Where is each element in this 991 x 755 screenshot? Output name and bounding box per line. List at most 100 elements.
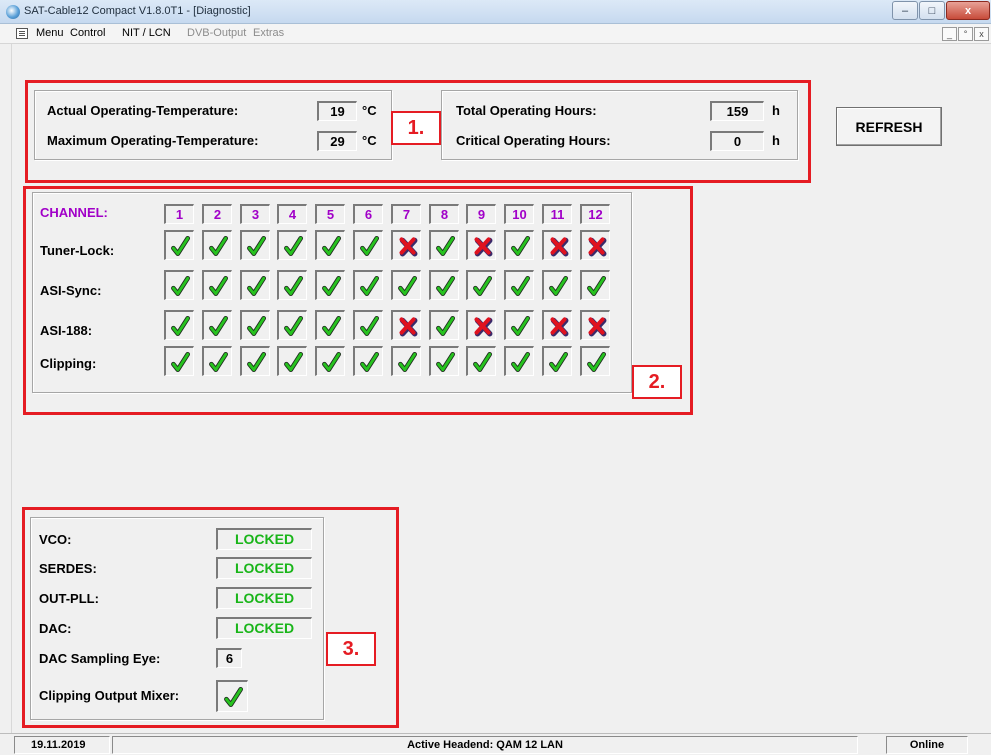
mdi-restore-button[interactable]: ° bbox=[958, 27, 973, 41]
status-cell bbox=[580, 346, 610, 376]
dac-label: DAC: bbox=[39, 621, 72, 636]
status-cell bbox=[542, 230, 572, 260]
dac-status: LOCKED bbox=[216, 617, 312, 639]
check-icon bbox=[321, 315, 341, 336]
check-icon bbox=[435, 351, 455, 372]
status-cell bbox=[391, 346, 421, 376]
status-cell bbox=[164, 346, 194, 376]
cross-icon bbox=[588, 316, 606, 336]
maximize-button[interactable]: □ bbox=[919, 1, 945, 20]
close-button[interactable]: x bbox=[946, 1, 990, 20]
maximum-temperature-unit: °C bbox=[362, 133, 377, 148]
mdi-minimize-button[interactable]: _ bbox=[942, 27, 957, 41]
status-cell bbox=[202, 346, 232, 376]
status-cell bbox=[466, 270, 496, 300]
channel-header-label: CHANNEL: bbox=[40, 205, 108, 220]
channel-number: 12 bbox=[580, 204, 610, 224]
check-icon bbox=[359, 275, 379, 296]
out-pll-label: OUT-PLL: bbox=[39, 591, 99, 606]
status-cell bbox=[240, 346, 270, 376]
status-cell bbox=[164, 270, 194, 300]
status-cell bbox=[429, 230, 459, 260]
status-cell bbox=[277, 310, 307, 340]
minimize-button[interactable]: – bbox=[892, 1, 918, 20]
check-icon bbox=[510, 275, 530, 296]
status-cell bbox=[202, 310, 232, 340]
status-cell bbox=[391, 230, 421, 260]
channel-number: 5 bbox=[315, 204, 345, 224]
status-cell bbox=[429, 270, 459, 300]
check-icon bbox=[472, 351, 492, 372]
check-icon bbox=[321, 351, 341, 372]
status-bar: 19.11.2019 Active Headend: QAM 12 LAN On… bbox=[0, 733, 991, 755]
asi-188-label: ASI-188: bbox=[40, 323, 93, 338]
check-icon bbox=[397, 351, 417, 372]
menu-item-dvb-output[interactable]: DVB-Output bbox=[187, 27, 246, 39]
vco-label: VCO: bbox=[39, 532, 72, 547]
menu-item-control[interactable]: Control bbox=[70, 27, 105, 39]
check-icon bbox=[208, 315, 228, 336]
status-cell bbox=[466, 346, 496, 376]
channel-number: 7 bbox=[391, 204, 421, 224]
status-cell bbox=[240, 230, 270, 260]
status-cell bbox=[240, 310, 270, 340]
channel-number: 1 bbox=[164, 204, 194, 224]
status-cell bbox=[164, 310, 194, 340]
dac-sampling-eye-label: DAC Sampling Eye: bbox=[39, 651, 161, 666]
check-icon bbox=[170, 275, 190, 296]
status-cell bbox=[391, 270, 421, 300]
callout-3: 3. bbox=[326, 632, 376, 666]
check-icon bbox=[586, 351, 606, 372]
status-cell bbox=[542, 270, 572, 300]
critical-hours-value: 0 bbox=[710, 131, 764, 151]
channel-number: 4 bbox=[277, 204, 307, 224]
operating-hours-panel: Total Operating Hours: 159 h Critical Op… bbox=[441, 90, 798, 160]
actual-temperature-label: Actual Operating-Temperature: bbox=[47, 103, 239, 118]
check-icon bbox=[586, 275, 606, 296]
total-hours-label: Total Operating Hours: bbox=[456, 103, 597, 118]
status-cell bbox=[466, 310, 496, 340]
check-icon bbox=[223, 686, 243, 707]
status-cell bbox=[315, 310, 345, 340]
check-icon bbox=[246, 351, 266, 372]
check-icon bbox=[435, 235, 455, 256]
status-cell bbox=[466, 230, 496, 260]
status-cell bbox=[580, 310, 610, 340]
check-icon bbox=[510, 315, 530, 336]
check-icon bbox=[170, 235, 190, 256]
window-left-edge bbox=[0, 44, 12, 733]
callout-1: 1. bbox=[391, 111, 441, 145]
check-icon bbox=[208, 275, 228, 296]
check-icon bbox=[548, 351, 568, 372]
maximum-temperature-value: 29 bbox=[317, 131, 357, 151]
status-cell bbox=[580, 270, 610, 300]
status-cell bbox=[504, 346, 534, 376]
menu-item-extras[interactable]: Extras bbox=[253, 27, 284, 39]
status-cell bbox=[429, 346, 459, 376]
vco-status: LOCKED bbox=[216, 528, 312, 550]
channel-number: 9 bbox=[466, 204, 496, 224]
maximum-temperature-label: Maximum Operating-Temperature: bbox=[47, 133, 259, 148]
status-cell bbox=[542, 346, 572, 376]
status-cell bbox=[429, 310, 459, 340]
cross-icon bbox=[399, 236, 417, 256]
menu-item-nit-lcn[interactable]: NIT / LCN bbox=[122, 27, 171, 39]
status-cell bbox=[542, 310, 572, 340]
channel-number: 2 bbox=[202, 204, 232, 224]
check-icon bbox=[283, 275, 303, 296]
status-cell bbox=[391, 310, 421, 340]
refresh-button[interactable]: REFRESH bbox=[836, 107, 942, 146]
asi-sync-label: ASI-Sync: bbox=[40, 283, 102, 298]
menu-item-menu[interactable]: Menu bbox=[36, 27, 64, 39]
check-icon bbox=[246, 315, 266, 336]
title-bar: SAT-Cable12 Compact V1.8.0T1 - [Diagnost… bbox=[0, 0, 991, 24]
check-icon bbox=[359, 351, 379, 372]
check-icon bbox=[510, 351, 530, 372]
mdi-close-button[interactable]: x bbox=[974, 27, 989, 41]
cross-icon bbox=[474, 236, 492, 256]
check-icon bbox=[321, 235, 341, 256]
document-icon[interactable] bbox=[16, 28, 28, 39]
callout-2: 2. bbox=[632, 365, 682, 399]
check-icon bbox=[321, 275, 341, 296]
status-cell bbox=[202, 230, 232, 260]
